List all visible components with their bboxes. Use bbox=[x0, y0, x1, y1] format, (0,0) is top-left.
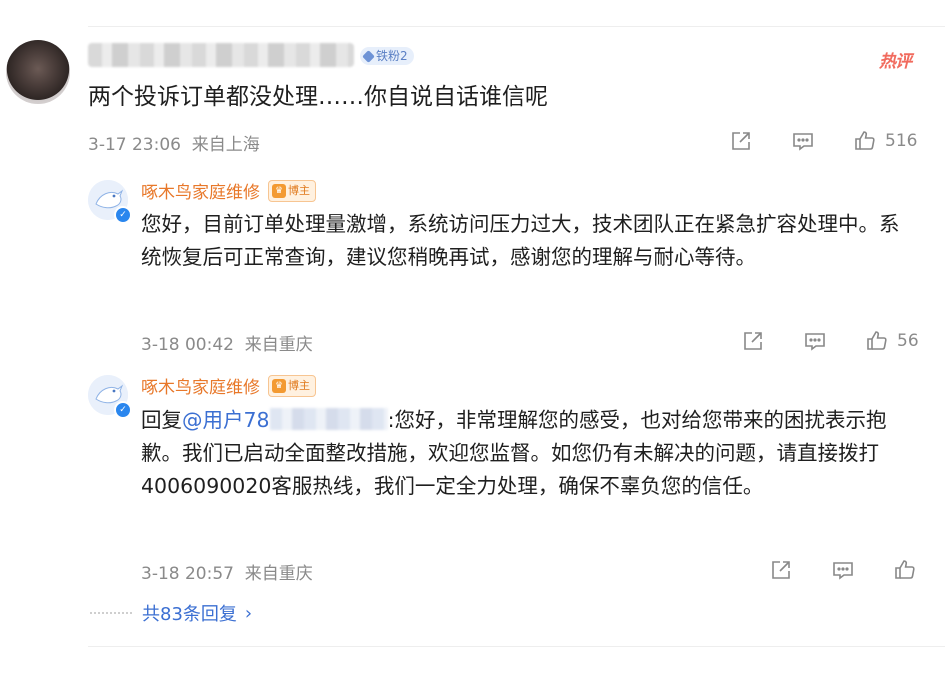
top-divider bbox=[88, 26, 945, 27]
blogger-badge: ♛ 博主 bbox=[268, 179, 316, 202]
reply-meta: 3-18 00:42 来自重庆 bbox=[141, 330, 313, 355]
fan-badge-label: 铁粉2 bbox=[376, 49, 408, 63]
hot-comment-tag: 热评 bbox=[879, 52, 912, 72]
reply-actions: 56 bbox=[741, 329, 919, 353]
crown-icon: ♛ bbox=[272, 378, 286, 393]
blogger-badge-label: 博主 bbox=[288, 183, 310, 197]
reply-avatar[interactable]: ✓ bbox=[88, 180, 132, 224]
verified-icon: ✓ bbox=[114, 206, 132, 224]
blogger-badge: ♛ 博主 bbox=[268, 374, 316, 397]
reply-text: 您好，目前订单处理量激增，系统访问压力过大，技术团队正在紧急扩容处理中。系统恢复… bbox=[141, 212, 900, 269]
reply-header: 啄木鸟家庭维修 ♛ 博主 bbox=[141, 373, 316, 398]
location: 来自上海 bbox=[191, 135, 260, 155]
comment-icon[interactable] bbox=[831, 558, 855, 582]
reply-text: 回复@用户78:您好，非常理解您的感受，也对给您带来的困扰表示抱歉。我们已启动全… bbox=[141, 404, 911, 503]
like-count: 56 bbox=[897, 331, 919, 351]
verified-icon: ✓ bbox=[114, 401, 132, 419]
comment-actions: 516 bbox=[729, 129, 917, 153]
location: 来自重庆 bbox=[244, 564, 313, 584]
more-replies-link[interactable]: 共83条回复 bbox=[142, 600, 237, 626]
share-icon[interactable] bbox=[769, 558, 793, 582]
location: 来自重庆 bbox=[244, 335, 313, 355]
reply-actions bbox=[769, 558, 925, 582]
comment-icon[interactable] bbox=[791, 129, 815, 153]
comment-text: 两个投诉订单都没处理……你自说自话谁信呢 bbox=[88, 84, 548, 110]
comment-meta: 3-17 23:06 来自上海 bbox=[88, 130, 260, 155]
like-icon[interactable] bbox=[865, 329, 889, 353]
share-icon[interactable] bbox=[741, 329, 765, 353]
diamond-icon bbox=[362, 49, 375, 63]
reply-meta: 3-18 20:57 来自重庆 bbox=[141, 559, 313, 584]
timestamp: 3-18 00:42 bbox=[141, 335, 234, 355]
dotted-divider bbox=[90, 612, 132, 614]
like-icon[interactable] bbox=[853, 129, 877, 153]
timestamp: 3-18 20:57 bbox=[141, 564, 234, 584]
like-count: 516 bbox=[885, 131, 918, 151]
share-icon[interactable] bbox=[729, 129, 753, 153]
author-name[interactable]: 啄木鸟家庭维修 bbox=[141, 373, 260, 398]
bottom-divider bbox=[88, 646, 945, 647]
reply-header: 啄木鸟家庭维修 ♛ 博主 bbox=[141, 178, 316, 203]
blogger-badge-label: 博主 bbox=[288, 378, 310, 392]
comment-icon[interactable] bbox=[803, 329, 827, 353]
chevron-right-icon: › bbox=[244, 602, 253, 624]
more-replies[interactable]: 共83条回复 › bbox=[90, 600, 252, 626]
avatar[interactable] bbox=[6, 40, 70, 104]
reply-avatar[interactable]: ✓ bbox=[88, 375, 132, 419]
mention-link[interactable]: @用户78 bbox=[182, 408, 270, 432]
mention-blurred bbox=[269, 408, 388, 430]
author-name[interactable]: 啄木鸟家庭维修 bbox=[141, 178, 260, 203]
crown-icon: ♛ bbox=[272, 183, 286, 198]
username-blurred[interactable] bbox=[88, 43, 354, 67]
timestamp: 3-17 23:06 bbox=[88, 135, 181, 155]
like-icon[interactable] bbox=[893, 558, 917, 582]
reply-prefix: 回复 bbox=[141, 408, 182, 432]
fan-badge: 铁粉2 bbox=[360, 47, 414, 65]
